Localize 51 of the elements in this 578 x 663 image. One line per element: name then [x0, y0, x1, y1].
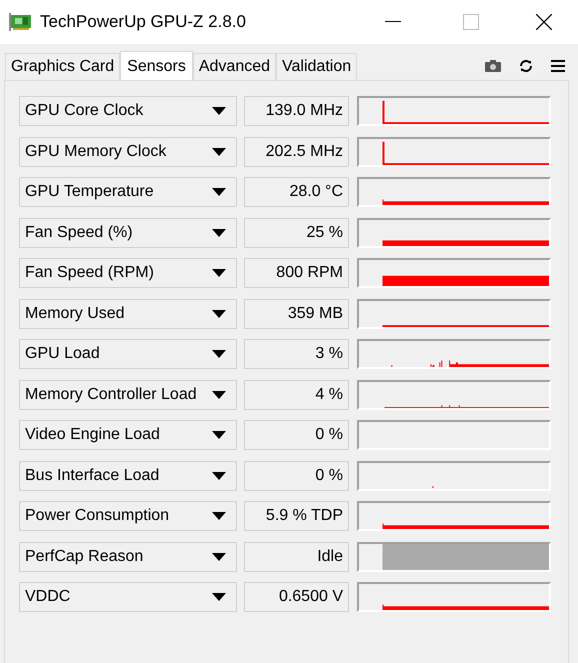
sensor-value: 359 MB	[244, 298, 349, 328]
sensor-value: 202.5 MHz	[244, 136, 349, 166]
sensor-value: 28.0 °C	[244, 177, 349, 207]
caret-icon	[212, 350, 226, 358]
tab[interactable]: Advanced	[192, 53, 276, 80]
sensor-value: 0.6500 V	[244, 582, 349, 612]
sensor-dropdown[interactable]: GPU Memory Clock	[19, 136, 237, 166]
sensor-value: 25 %	[244, 218, 349, 248]
caret-icon	[212, 310, 226, 318]
tab[interactable]: Validation	[276, 53, 358, 80]
sensor-dropdown[interactable]: Fan Speed (RPM)	[19, 258, 237, 288]
sensor-value: 0 %	[244, 460, 349, 490]
minimize-icon	[385, 21, 401, 23]
caret-icon	[212, 269, 226, 277]
caret-icon	[212, 188, 226, 196]
sensor-dropdown[interactable]: PerfCap Reason	[19, 542, 237, 572]
sensor-dropdown[interactable]: Video Engine Load	[19, 420, 237, 450]
maximize-icon	[463, 14, 479, 30]
caret-icon	[212, 472, 226, 480]
sensor-dropdown[interactable]: Bus Interface Load	[19, 460, 237, 490]
refresh-icon[interactable]	[519, 60, 533, 72]
sensor-dropdown[interactable]: Memory Used	[19, 298, 237, 328]
sensor-dropdown[interactable]: GPU Temperature	[19, 177, 237, 207]
sensor-value: 5.9 % TDP	[244, 501, 349, 531]
caret-icon	[212, 228, 226, 236]
caret-icon	[212, 107, 226, 115]
caret-icon	[212, 593, 226, 601]
menu-icon[interactable]	[551, 60, 565, 72]
sensor-dropdown[interactable]: Fan Speed (%)	[19, 218, 237, 248]
sensor-dropdown[interactable]: GPU Core Clock	[19, 96, 237, 126]
caret-icon	[212, 552, 226, 560]
sensor-dropdown[interactable]: Memory Controller Load	[19, 380, 237, 410]
sensor-dropdown[interactable]: VDDC	[19, 582, 237, 612]
sensor-value: 3 %	[244, 339, 349, 369]
caret-icon	[212, 512, 226, 520]
sensor-value: 800 RPM	[244, 258, 349, 288]
sensor-value: 4 %	[244, 380, 349, 410]
close-icon	[536, 14, 552, 30]
camera-icon[interactable]	[485, 60, 501, 72]
sensor-dropdown[interactable]: Power Consumption	[19, 501, 237, 531]
caret-icon	[212, 148, 226, 156]
caret-icon	[212, 390, 226, 398]
window-title: TechPowerUp GPU-Z 2.8.0	[40, 11, 246, 34]
graphics-card-icon	[8, 13, 32, 31]
sensor-value: 0 %	[244, 420, 349, 450]
tab[interactable]: Graphics Card	[5, 53, 120, 80]
sensor-dropdown[interactable]: GPU Load	[19, 339, 237, 369]
sensor-value: Idle	[244, 542, 349, 572]
sensor-value: 139.0 MHz	[244, 96, 349, 126]
caret-icon	[212, 431, 226, 439]
tab[interactable]: Sensors	[120, 51, 193, 81]
